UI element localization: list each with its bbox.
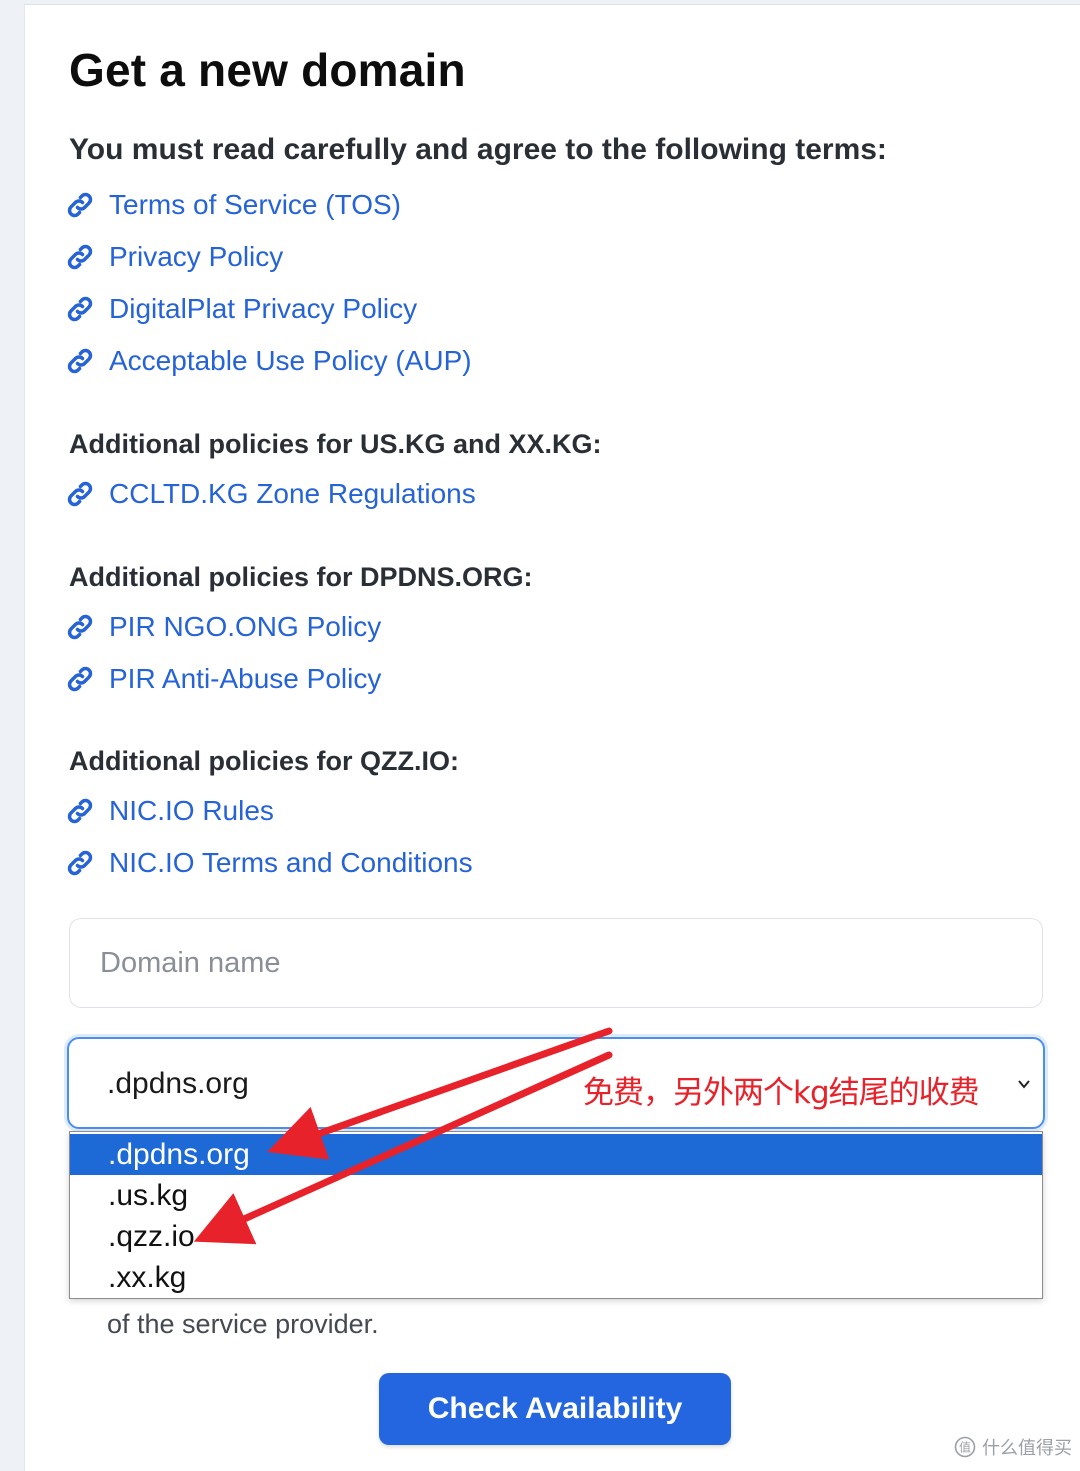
tld-option-qzz-io[interactable]: .qzz.io (70, 1216, 1042, 1257)
tld-option-dpdns-org[interactable]: .dpdns.org (70, 1134, 1042, 1175)
link-label: NIC.IO Rules (109, 795, 274, 826)
link-icon (65, 190, 95, 220)
pir-ngo-ong-link[interactable]: PIR NGO.ONG Policy (65, 607, 381, 647)
privacy-policy-link[interactable]: Privacy Policy (65, 237, 283, 277)
qzz-policies-heading: Additional policies for QZZ.IO: (69, 746, 459, 776)
service-provider-text: of the service provider. (107, 1309, 379, 1339)
aup-link[interactable]: Acceptable Use Policy (AUP) (65, 341, 472, 381)
link-label: DigitalPlat Privacy Policy (109, 293, 418, 324)
watermark-text: 什么值得买 (982, 1438, 1072, 1459)
ccltd-kg-link[interactable]: CCLTD.KG Zone Regulations (65, 474, 476, 514)
dpdns-policies-heading: Additional policies for DPDNS.ORG: (69, 562, 533, 592)
link-label: Terms of Service (TOS) (109, 189, 401, 220)
nic-io-terms-link[interactable]: NIC.IO Terms and Conditions (65, 843, 473, 883)
link-label: Acceptable Use Policy (AUP) (109, 345, 472, 376)
pir-anti-abuse-link[interactable]: PIR Anti-Abuse Policy (65, 659, 381, 699)
link-icon (65, 294, 95, 324)
terms-heading: You must read carefully and agree to the… (69, 133, 887, 166)
link-icon (65, 796, 95, 826)
tld-select-value: .dpdns.org (107, 1067, 249, 1100)
svg-text:值: 值 (959, 1440, 971, 1455)
link-label: NIC.IO Terms and Conditions (109, 847, 473, 878)
chevron-down-icon (1018, 1080, 1030, 1089)
link-label: PIR Anti-Abuse Policy (109, 663, 382, 694)
tld-dropdown-list: .dpdns.org .us.kg .qzz.io .xx.kg (69, 1131, 1043, 1299)
digitalplat-privacy-policy-link[interactable]: DigitalPlat Privacy Policy (65, 289, 417, 329)
tos-link[interactable]: Terms of Service (TOS) (65, 185, 401, 225)
link-icon (65, 242, 95, 272)
link-icon (65, 479, 95, 509)
link-label: PIR NGO.ONG Policy (109, 611, 382, 642)
link-label: Privacy Policy (109, 241, 284, 272)
link-icon (65, 612, 95, 642)
domain-registration-card: Get a new domain You must read carefully… (24, 4, 1080, 1471)
page-title: Get a new domain (69, 44, 466, 96)
tld-option-us-kg[interactable]: .us.kg (70, 1175, 1042, 1216)
nic-io-rules-link[interactable]: NIC.IO Rules (65, 791, 274, 831)
domain-name-input[interactable] (69, 918, 1043, 1008)
smzdm-logo-icon: 值 (954, 1436, 976, 1458)
link-icon (65, 346, 95, 376)
link-label: CCLTD.KG Zone Regulations (109, 478, 476, 509)
annotation-text: 免费，另外两个kg结尾的收费 (583, 1075, 980, 1111)
check-availability-button[interactable]: Check Availability (379, 1373, 731, 1445)
link-icon (65, 848, 95, 878)
kg-policies-heading: Additional policies for US.KG and XX.KG: (69, 429, 602, 459)
link-icon (65, 664, 95, 694)
watermark: 值 什么值得买 (954, 1434, 1072, 1460)
tld-option-xx-kg[interactable]: .xx.kg (70, 1257, 1042, 1298)
